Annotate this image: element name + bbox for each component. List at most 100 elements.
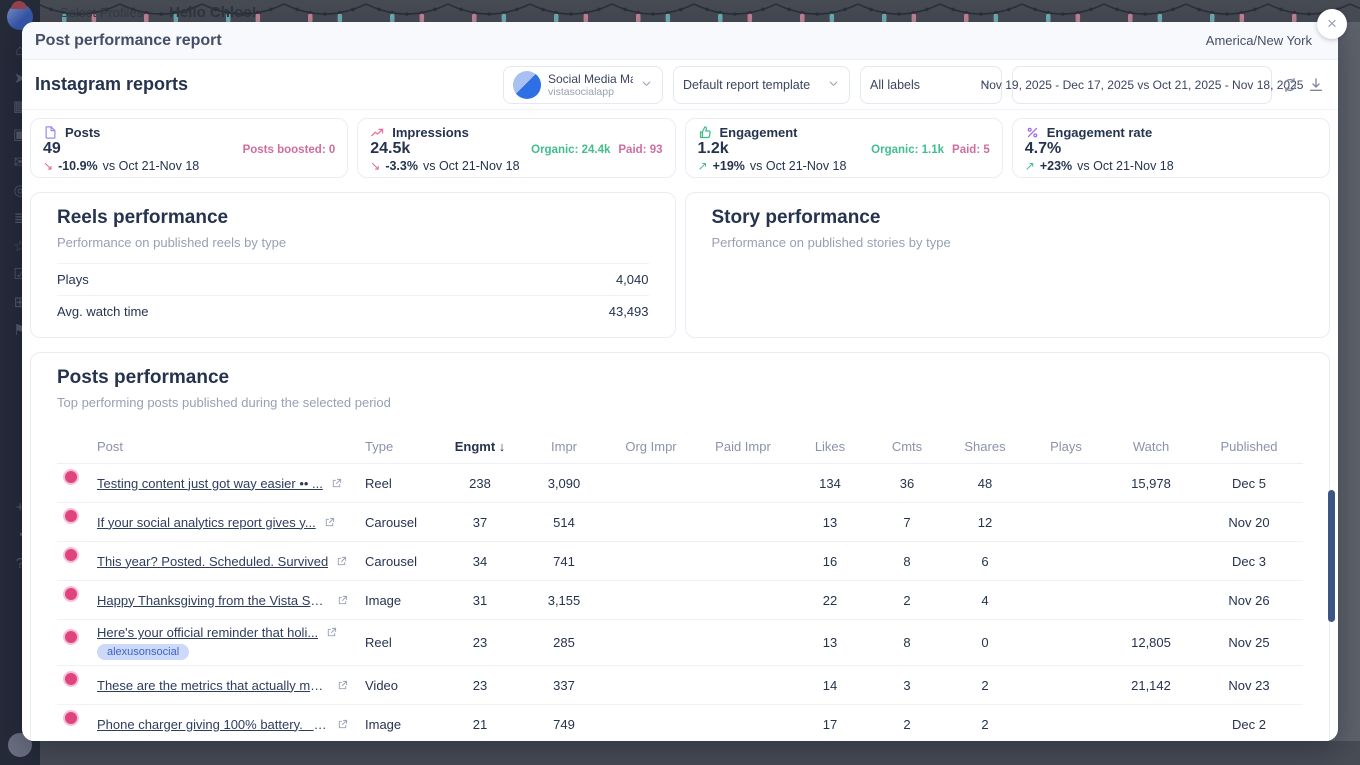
download-button[interactable]	[1308, 77, 1324, 93]
column-header-type[interactable]: Type	[365, 439, 439, 454]
metric-card-title-row: Posts	[43, 125, 335, 140]
posts-table-header: PostTypeEngmt ↓ImprOrg ImprPaid ImprLike…	[57, 430, 1303, 464]
cell-type: Image	[365, 717, 439, 732]
external-link-icon[interactable]	[337, 719, 348, 730]
metric-change-period: vs Oct 21-Nov 18	[423, 159, 520, 173]
column-header-post[interactable]: Post	[97, 439, 365, 454]
metric-change-value: -3.3%	[385, 159, 418, 173]
post-title-link[interactable]: Happy Thanksgiving from the Vista Socia.…	[97, 593, 329, 608]
table-row: Phone charger giving 100% battery. My...…	[57, 705, 1303, 741]
metric-card-value-row: 24.5kOrganic: 24.4kPaid: 93	[370, 140, 662, 158]
post-title-link[interactable]: These are the metrics that actually mat.…	[97, 678, 329, 693]
thumb-up-icon	[698, 125, 713, 140]
timezone-label: America/New York	[1206, 33, 1312, 48]
story-panel-title: Story performance	[712, 207, 1304, 229]
cell-watch: 15,978	[1107, 476, 1195, 491]
reels-panel-title: Reels performance	[57, 207, 649, 229]
toolbar-controls: Social Media Management Too vistasociala…	[503, 66, 1324, 104]
profile-handle: vistasocialapp	[548, 86, 633, 98]
metric-change-period: vs Oct 21-Nov 18	[1077, 159, 1174, 173]
metric-card-title: Engagement	[720, 125, 798, 140]
post-title-link[interactable]: Here's your official reminder that holi.…	[97, 625, 318, 640]
metric-side-stat: Posts boosted: 0	[243, 144, 336, 156]
metric-side-stat: Organic: 24.4k	[531, 144, 610, 156]
cell-published: Dec 2	[1195, 717, 1303, 732]
story-panel-subtitle: Performance on published stories by type	[712, 235, 1304, 250]
cell-impr: 514	[521, 515, 607, 530]
metric-card-trend-row: ↘-10.9%vs Oct 21-Nov 18	[43, 159, 335, 173]
column-header-published[interactable]: Published	[1195, 439, 1303, 454]
column-header-watch[interactable]: Watch	[1107, 439, 1195, 454]
app-footer-dimmed	[0, 741, 1360, 765]
cell-impr: 3,155	[521, 593, 607, 608]
report-template-dropdown[interactable]: Default report template	[673, 66, 850, 104]
metric-card-value-row: 49Posts boosted: 0	[43, 140, 335, 158]
column-header-impr[interactable]: Impr	[521, 439, 607, 454]
modal-title: Post performance report	[35, 32, 222, 50]
post-title-line: Testing content just got way easier •• .…	[97, 476, 355, 491]
cell-impr: 285	[521, 635, 607, 650]
cell-cmts: 36	[869, 476, 945, 491]
chevron-down-icon	[640, 77, 653, 93]
cell-watch: 12,805	[1107, 635, 1195, 650]
external-link-icon[interactable]	[331, 478, 342, 489]
post-title-link[interactable]: If your social analytics report gives y.…	[97, 515, 316, 530]
column-header-plays[interactable]: Plays	[1025, 439, 1107, 454]
external-link-icon[interactable]	[324, 517, 335, 528]
cell-likes: 134	[791, 476, 869, 491]
cell-engmt: 21	[439, 717, 521, 732]
post-title-line: Here's your official reminder that holi.…	[97, 625, 355, 640]
cell-shares: 0	[945, 635, 1025, 650]
post-title-link[interactable]: This year? Posted. Scheduled. Survived	[97, 554, 328, 569]
cell-shares: 6	[945, 554, 1025, 569]
post-title-cell: Here's your official reminder that holi.…	[97, 625, 365, 660]
cell-shares: 12	[945, 515, 1025, 530]
post-title-cell: Happy Thanksgiving from the Vista Socia.…	[97, 593, 365, 608]
cell-engmt: 31	[439, 593, 521, 608]
date-range-picker[interactable]: Nov 19, 2025 - Dec 17, 2025 vs Oct 21, 2…	[1012, 66, 1272, 104]
report-toolbar: Instagram reports Social Media Managemen…	[22, 60, 1338, 110]
column-header-likes[interactable]: Likes	[791, 439, 869, 454]
cell-engmt: 23	[439, 635, 521, 650]
cell-shares: 48	[945, 476, 1025, 491]
post-title-line: If your social analytics report gives y.…	[97, 515, 355, 530]
metric-change-period: vs Oct 21-Nov 18	[103, 159, 200, 173]
metric-card-title-row: Impressions	[370, 125, 662, 140]
external-link-icon[interactable]	[337, 680, 348, 691]
external-link-icon[interactable]	[336, 556, 347, 567]
cell-engmt: 37	[439, 515, 521, 530]
profile-text: Social Media Management Too vistasociala…	[548, 72, 633, 98]
reels-metric-row: Plays4,040	[57, 263, 649, 295]
post-title-link[interactable]: Testing content just got way easier •• .…	[97, 476, 323, 491]
trend-icon	[370, 125, 385, 140]
external-link-icon[interactable]	[337, 595, 348, 606]
column-header-engmt[interactable]: Engmt ↓	[439, 439, 521, 454]
external-link-icon[interactable]	[326, 627, 337, 638]
reels-performance-panel: Reels performance Performance on publish…	[30, 192, 676, 338]
report-body: Posts49Posts boosted: 0↘-10.9%vs Oct 21-…	[22, 110, 1338, 741]
refresh-icon	[1282, 77, 1298, 93]
greeting-text: Hello Chloe!	[169, 4, 257, 21]
metric-change-value: +19%	[713, 159, 745, 173]
column-header-cmts[interactable]: Cmts	[869, 439, 945, 454]
cell-published: Dec 5	[1195, 476, 1303, 491]
cell-likes: 14	[791, 678, 869, 693]
profile-name: Social Media Management Too	[548, 72, 633, 86]
trend-up-icon: ↗	[698, 159, 708, 173]
post-title-link[interactable]: Phone charger giving 100% battery. My...	[97, 717, 329, 732]
cell-shares: 4	[945, 593, 1025, 608]
metric-side-stat: Organic: 1.1k	[871, 144, 944, 156]
cell-impr: 741	[521, 554, 607, 569]
post-title-line: Happy Thanksgiving from the Vista Socia.…	[97, 593, 355, 608]
story-performance-panel: Story performance Performance on publish…	[685, 192, 1331, 338]
profile-selector[interactable]: Social Media Management Too vistasociala…	[503, 66, 663, 104]
modal-scrollbar-thumb[interactable]	[1328, 490, 1335, 622]
metric-card-title: Engagement rate	[1047, 125, 1152, 140]
chevron-down-icon	[640, 77, 653, 90]
screen: Select Profiles Hello Chloe! ⌂➤▦▣✉◎≣☆☑⊞⚑…	[0, 0, 1360, 765]
refresh-button[interactable]	[1282, 77, 1298, 93]
column-header-paid_impr[interactable]: Paid Impr	[695, 439, 791, 454]
column-header-org_impr[interactable]: Org Impr	[607, 439, 695, 454]
column-header-shares[interactable]: Shares	[945, 439, 1025, 454]
close-modal-button[interactable]: ×	[1317, 9, 1347, 39]
